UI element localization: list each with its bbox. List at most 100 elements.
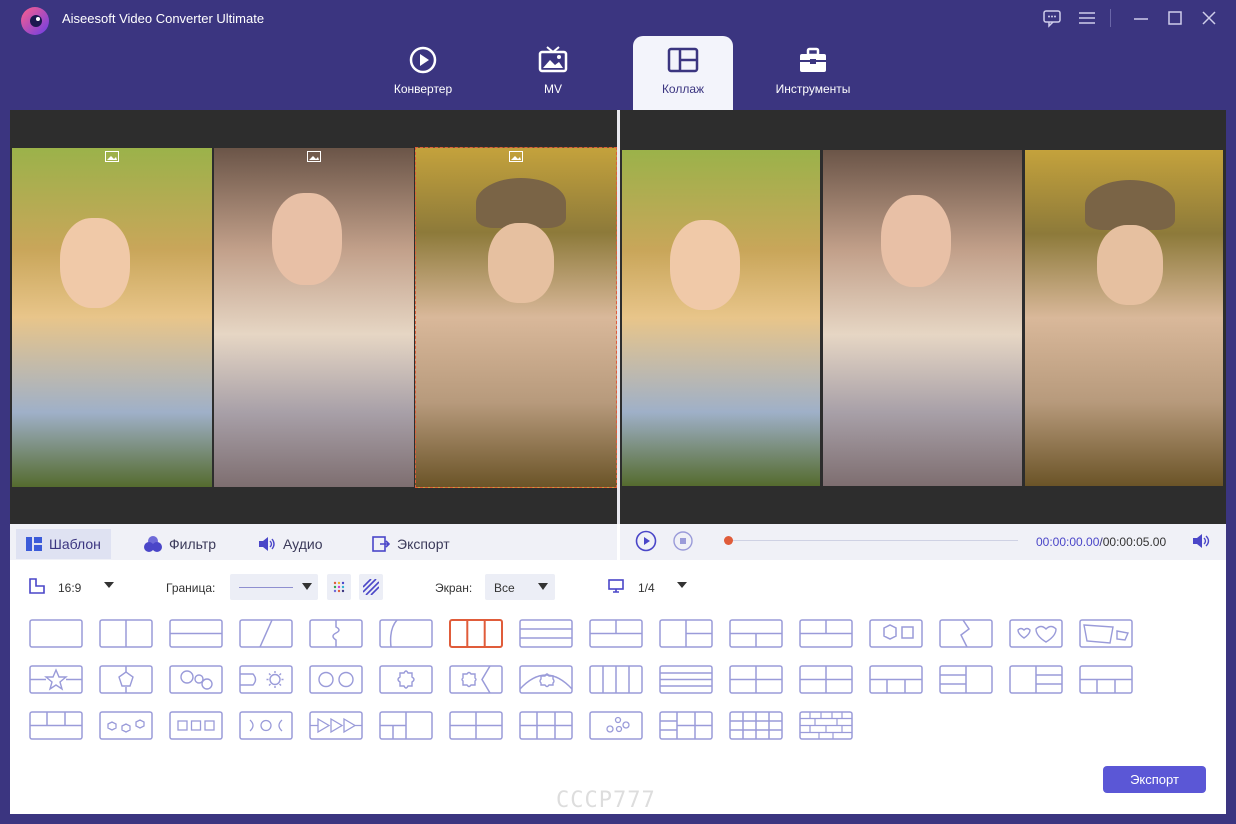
template-1[interactable] (29, 619, 83, 648)
preview-photo-1 (622, 150, 820, 486)
template-16[interactable] (1079, 619, 1133, 648)
tab-collage-label: Коллаж (661, 82, 705, 96)
watermark-text: CCCP777 (556, 788, 656, 813)
template-icon (26, 537, 42, 551)
template-5[interactable] (309, 619, 363, 648)
template-15[interactable] (1009, 619, 1063, 648)
subtab-export[interactable]: Экспорт (362, 529, 460, 559)
play-icon[interactable] (635, 530, 657, 552)
template-24[interactable] (519, 665, 573, 694)
template-6[interactable] (379, 619, 433, 648)
chevron-down-icon (302, 583, 312, 590)
collage-slot-1[interactable] (12, 148, 212, 487)
template-22[interactable] (379, 665, 433, 694)
app-title: Aiseesoft Video Converter Ultimate (62, 11, 265, 26)
template-18[interactable] (99, 665, 153, 694)
template-8[interactable] (519, 619, 573, 648)
screen-label: Экран: (435, 581, 473, 595)
mv-icon (538, 46, 568, 73)
template-36[interactable] (239, 711, 293, 740)
template-4[interactable] (239, 619, 293, 648)
minimize-icon[interactable] (1130, 8, 1152, 28)
total-time: 00:00:05.00 (1102, 535, 1167, 549)
template-17[interactable] (29, 665, 83, 694)
stop-icon[interactable] (673, 531, 693, 551)
template-21[interactable] (309, 665, 363, 694)
bottom-panel: Шаблон Фильтр Аудио Экспорт 00:00:00.00/… (10, 524, 1226, 814)
aspect-ratio-dropdown-icon[interactable] (103, 581, 115, 589)
subtab-audio-label: Аудио (283, 536, 323, 552)
subtab-audio[interactable]: Аудио (248, 529, 333, 559)
template-26[interactable] (659, 665, 713, 694)
template-9[interactable] (589, 619, 643, 648)
template-41[interactable] (589, 711, 643, 740)
collage-slot-2[interactable] (214, 148, 414, 487)
border-pattern-button[interactable] (359, 574, 383, 600)
tab-converter[interactable]: Конвертер (373, 36, 473, 110)
photo-helmet (1085, 180, 1175, 230)
close-icon[interactable] (1198, 8, 1220, 28)
monitor-icon (608, 579, 624, 593)
collage-output-preview (620, 110, 1226, 524)
chevron-down-icon (538, 583, 548, 590)
tab-tools[interactable]: Инструменты (763, 36, 863, 110)
template-13[interactable] (869, 619, 923, 648)
subtab-filter[interactable]: Фильтр (134, 529, 226, 559)
template-7-selected[interactable] (449, 619, 503, 648)
subtab-template[interactable]: Шаблон (16, 529, 111, 559)
template-14[interactable] (939, 619, 993, 648)
image-placeholder-icon (307, 151, 321, 162)
template-31[interactable] (1009, 665, 1063, 694)
titlebar-separator (1110, 9, 1111, 27)
page-indicator: 1/4 (638, 581, 655, 595)
border-color-button[interactable] (327, 574, 351, 600)
collage-slot-3-selected[interactable] (415, 147, 617, 488)
template-29[interactable] (869, 665, 923, 694)
template-30[interactable] (939, 665, 993, 694)
template-23[interactable] (449, 665, 503, 694)
template-11[interactable] (729, 619, 783, 648)
template-37[interactable] (309, 711, 363, 740)
page-dropdown-icon[interactable] (676, 581, 688, 589)
template-25[interactable] (589, 665, 643, 694)
template-20[interactable] (239, 665, 293, 694)
progress-handle[interactable] (724, 536, 733, 545)
collage-icon (667, 47, 699, 73)
template-19[interactable] (169, 665, 223, 694)
tab-collage[interactable]: Коллаж (633, 36, 733, 110)
progress-track[interactable] (724, 540, 1018, 541)
template-3[interactable] (169, 619, 223, 648)
photo-face (272, 193, 342, 285)
template-34[interactable] (99, 711, 153, 740)
photo-face (60, 218, 130, 308)
preview-photo-3 (1025, 150, 1223, 486)
template-2[interactable] (99, 619, 153, 648)
border-style-select[interactable] (230, 574, 318, 600)
template-43[interactable] (729, 711, 783, 740)
template-28[interactable] (799, 665, 853, 694)
template-40[interactable] (519, 711, 573, 740)
template-39[interactable] (449, 711, 503, 740)
app-logo-icon (21, 7, 49, 35)
feedback-icon[interactable] (1041, 8, 1063, 28)
template-35[interactable] (169, 711, 223, 740)
audio-icon (259, 537, 275, 551)
screen-select-value: Все (494, 581, 515, 595)
template-27[interactable] (729, 665, 783, 694)
screen-select[interactable]: Все (485, 574, 555, 600)
template-10[interactable] (659, 619, 713, 648)
export-icon (372, 536, 390, 552)
export-button[interactable]: Экспорт (1103, 766, 1206, 793)
template-33[interactable] (29, 711, 83, 740)
template-44[interactable] (799, 711, 853, 740)
time-display: 00:00:00.00/00:00:05.00 (1036, 535, 1167, 549)
template-12[interactable] (799, 619, 853, 648)
template-32[interactable] (1079, 665, 1133, 694)
template-38[interactable] (379, 711, 433, 740)
template-42[interactable] (659, 711, 713, 740)
volume-icon[interactable] (1192, 532, 1212, 550)
current-time: 00:00:00.00 (1036, 535, 1100, 549)
tab-mv[interactable]: MV (503, 36, 603, 110)
maximize-icon[interactable] (1164, 8, 1186, 28)
menu-icon[interactable] (1076, 8, 1098, 28)
